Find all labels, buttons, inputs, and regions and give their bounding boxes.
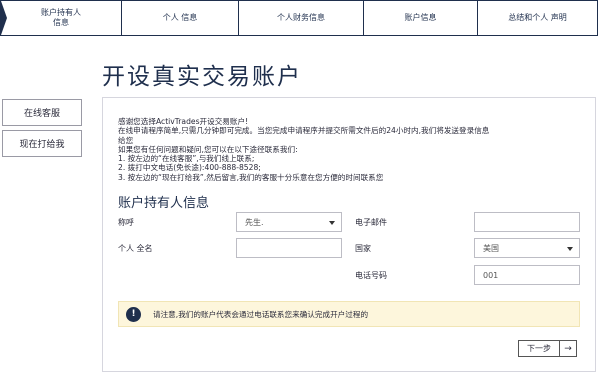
salutation-select[interactable]: 先生. — [236, 212, 342, 232]
notice-text: 请注意,我们的账户代表会通过电话联系您来确认完成开户过程的 — [153, 309, 369, 319]
fullname-input[interactable] — [236, 238, 342, 258]
fullname-label: 个人 全名 — [118, 244, 153, 253]
step-account-holder[interactable]: 账户持有人 信息 — [1, 1, 121, 35]
chevron-down-icon — [329, 221, 335, 225]
intro-line: 如果您有任何问题和疑问,您可以在以下途径联系我们: — [118, 144, 298, 154]
country-label: 国家 — [355, 244, 371, 253]
step-personal-info[interactable]: 个人 信息 — [121, 1, 238, 35]
step-label: 账户持有人 信息 — [41, 8, 81, 27]
step-financial-info[interactable]: 个人财务信息 — [238, 1, 363, 35]
step-summary-declaration[interactable]: 总结和个人 声明 — [477, 1, 597, 35]
country-value: 美国 — [483, 243, 499, 253]
email-label: 电子邮件 — [355, 218, 387, 227]
email-input[interactable] — [474, 212, 580, 232]
live-support-button[interactable]: 在线客服 — [2, 99, 82, 126]
salutation-value: 先生. — [245, 217, 264, 227]
step-label: 个人 信息 — [162, 13, 198, 22]
section-title: 账户持有人信息 — [118, 196, 210, 211]
chevron-down-icon — [567, 247, 573, 251]
page-title: 开设真实交易账户 — [102, 64, 302, 90]
step-progress-bar: 账户持有人 信息 个人 信息 个人财务信息 账户信息 总结和个人 声明 — [0, 0, 598, 36]
phone-value: 001 — [483, 270, 499, 280]
intro-line: 感谢您选择ActivTrades开设交易账户! — [118, 117, 249, 126]
call-me-now-button[interactable]: 现在打给我 — [2, 130, 82, 157]
info-icon: ! — [126, 306, 141, 322]
step-label: 账户信息 — [404, 13, 437, 22]
intro-line: 2. 拨打中文电话(免长途):400-888-8528; — [118, 163, 261, 173]
intro-line: 3. 按左边的“现在打给我”,然后留言,我们的客服十分乐意在您方便的时间联系您 — [118, 172, 384, 182]
notice-banner: ! 请注意,我们的账户代表会通过电话联系您来确认完成开户过程的 — [118, 301, 580, 327]
phone-label: 电话号码 — [355, 271, 387, 280]
step-account-info[interactable]: 账户信息 — [363, 1, 477, 35]
salutation-label: 称呼 — [118, 218, 134, 227]
intro-text: 感谢您选择ActivTrades开设交易账户! 在线申请程序简单,只需几分钟即可… — [118, 117, 584, 182]
step-label: 个人财务信息 — [277, 13, 325, 22]
intro-line: 在线申请程序简单,只需几分钟即可完成。当您完成申请程序并提交所需文件后的24小时… — [118, 126, 490, 136]
country-select[interactable]: 美国 — [474, 238, 580, 258]
arrow-right-icon: → — [559, 341, 576, 356]
step-label: 总结和个人 声明 — [508, 13, 567, 22]
intro-line: 给您 — [118, 135, 134, 145]
phone-input[interactable]: 001 — [474, 265, 580, 285]
next-button-label: 下一步 — [527, 344, 551, 353]
next-step-button[interactable]: 下一步 → — [518, 340, 577, 357]
